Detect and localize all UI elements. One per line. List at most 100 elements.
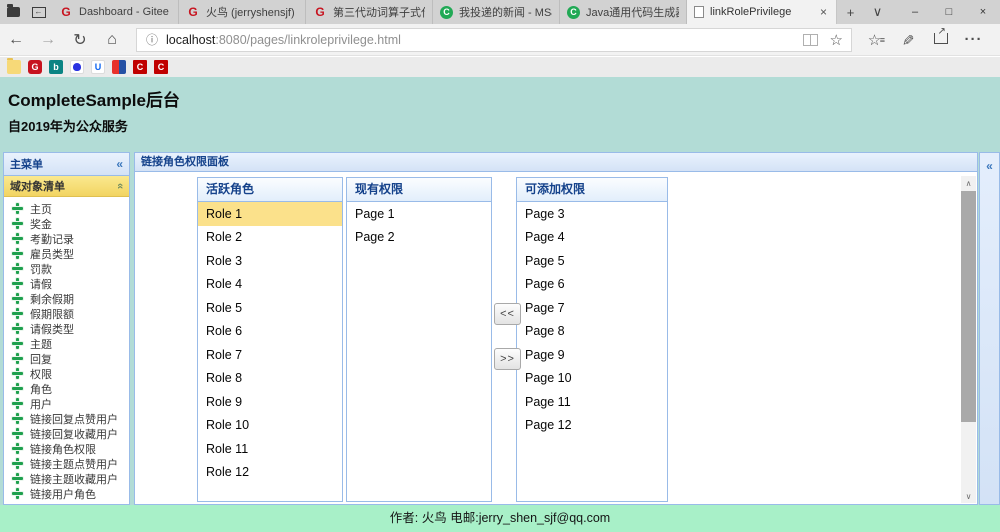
privilege-row[interactable]: Page 6 <box>517 273 667 297</box>
role-row[interactable]: Role 1 <box>198 202 342 226</box>
sidebar-menu-item[interactable]: 链接用户角色 <box>4 486 129 501</box>
role-row[interactable]: Role 5 <box>198 296 342 320</box>
sidebar-menu-item[interactable]: 请假 <box>4 276 129 291</box>
browser-tab[interactable]: G 火鸟 (jerryshensjf) - Git <box>179 0 306 24</box>
bookmark-icon[interactable]: C <box>154 60 168 74</box>
privilege-row[interactable]: Page 10 <box>517 367 667 391</box>
vertical-scrollbar[interactable]: ∧ ∨ <box>961 176 976 503</box>
add-plus-icon <box>12 353 23 364</box>
role-row[interactable]: Role 8 <box>198 367 342 391</box>
sidebar-menu-item[interactable]: 罚款 <box>4 261 129 276</box>
privilege-row[interactable]: Page 2 <box>347 226 491 250</box>
sidebar-menu-item[interactable]: 回复 <box>4 351 129 366</box>
more-menu-icon[interactable]: ··· <box>957 31 990 48</box>
role-row[interactable]: Role 10 <box>198 414 342 438</box>
web-note-pen-icon[interactable]: ✎ <box>891 31 924 49</box>
tabs-preview-icon[interactable] <box>6 4 20 17</box>
sidebar-item-label: 链接回复点赞用户 <box>30 413 118 426</box>
sidebar-menu-item[interactable]: 权限 <box>4 366 129 381</box>
new-tab-button[interactable]: + <box>837 0 864 24</box>
expand-left-icon[interactable]: « <box>986 159 993 173</box>
privilege-row[interactable]: Page 9 <box>517 343 667 367</box>
browser-tab[interactable]: G 第三代动词算子式代码 <box>306 0 433 24</box>
home-button[interactable]: ⌂ <box>96 31 128 49</box>
add-plus-icon <box>12 278 23 289</box>
browser-tab[interactable]: C Java通用代码生成器光 <box>560 0 687 24</box>
sidebar-menu-item[interactable]: 角色 <box>4 381 129 396</box>
role-row[interactable]: Role 12 <box>198 461 342 485</box>
sidebar-menu-item[interactable]: 主页 <box>4 201 129 216</box>
bookmark-icon[interactable] <box>70 60 84 74</box>
sidebar-menu-item[interactable]: 考勤记录 <box>4 231 129 246</box>
bookmark-icon[interactable]: b <box>49 60 63 74</box>
privilege-row[interactable]: Page 8 <box>517 320 667 344</box>
site-info-icon[interactable]: ⓘ <box>146 31 158 48</box>
favorites-hub-icon[interactable]: ☆ ≡ <box>858 31 891 49</box>
addable-privileges-header[interactable]: 可添加权限 <box>517 178 667 202</box>
sidebar-menu-item[interactable]: 雇员类型 <box>4 246 129 261</box>
privilege-row[interactable]: Page 3 <box>517 202 667 226</box>
remove-privilege-button[interactable]: << <box>494 303 521 325</box>
sidebar-menu-item[interactable]: 奖金 <box>4 216 129 231</box>
maximize-button[interactable]: □ <box>932 0 966 24</box>
tab-dropdown-icon[interactable]: ∨ <box>864 0 891 24</box>
sidebar-menu-item[interactable]: 链接回复点赞用户 <box>4 411 129 426</box>
accordion-header[interactable]: 域对象清单 « <box>4 176 129 197</box>
privilege-row[interactable]: Page 1 <box>347 202 491 226</box>
sidebar-menu-item[interactable]: 请假类型 <box>4 321 129 336</box>
address-bar[interactable]: ⓘ localhost:8080/pages/linkroleprivilege… <box>136 27 852 52</box>
privilege-row[interactable]: Page 11 <box>517 390 667 414</box>
minimize-button[interactable]: – <box>898 0 932 24</box>
browser-tab-active[interactable]: linkRolePrivilege × <box>687 0 837 24</box>
sidebar-menu-item[interactable]: 链接主题收藏用户 <box>4 471 129 486</box>
scroll-down-icon[interactable]: ∨ <box>961 489 976 503</box>
active-roles-header[interactable]: 活跃角色 <box>198 178 342 202</box>
privilege-row[interactable]: Page 12 <box>517 414 667 438</box>
role-row[interactable]: Role 11 <box>198 437 342 461</box>
forward-button[interactable]: → <box>32 31 64 49</box>
role-row[interactable]: Role 7 <box>198 343 342 367</box>
sidebar-menu-item[interactable]: 主题 <box>4 336 129 351</box>
reading-view-icon[interactable] <box>802 33 818 46</box>
sidebar-menu-item[interactable]: 链接角色权限 <box>4 441 129 456</box>
bookmark-icon[interactable] <box>112 60 126 74</box>
url-host: localhost <box>166 32 216 47</box>
current-privileges-header[interactable]: 现有权限 <box>347 178 491 202</box>
sidebar-header[interactable]: 主菜单 « <box>4 153 129 176</box>
collapse-up-icon[interactable]: « <box>114 183 126 189</box>
back-button[interactable]: ← <box>0 31 32 49</box>
set-tabs-aside-icon[interactable]: ← <box>31 6 46 18</box>
bookmark-icon[interactable] <box>7 58 21 74</box>
role-row[interactable]: Role 2 <box>198 226 342 250</box>
role-row[interactable]: Role 4 <box>198 273 342 297</box>
sidebar-menu-item[interactable]: 剩余假期 <box>4 291 129 306</box>
tab-close-icon[interactable]: × <box>818 5 829 19</box>
bookmark-icon[interactable]: U <box>91 60 105 74</box>
sidebar: 主菜单 « 域对象清单 « 主页 奖金 考勤记录 雇员类型 罚款 请假 剩余假期… <box>3 152 130 505</box>
close-button[interactable]: × <box>966 0 1000 24</box>
privilege-row[interactable]: Page 7 <box>517 296 667 320</box>
privilege-row[interactable]: Page 4 <box>517 226 667 250</box>
sidebar-menu-item[interactable]: 假期限额 <box>4 306 129 321</box>
role-row[interactable]: Role 6 <box>198 320 342 344</box>
browser-tab[interactable]: C 我投递的新闻 - MS&A( <box>433 0 560 24</box>
sidebar-menu-item[interactable]: 链接回复收藏用户 <box>4 426 129 441</box>
share-icon[interactable] <box>924 26 957 48</box>
collapse-left-icon[interactable]: « <box>116 157 123 171</box>
add-favorite-star-icon[interactable]: ☆ <box>830 31 843 49</box>
east-collapsed-panel[interactable]: « <box>979 152 1000 505</box>
tab-favicon: G <box>188 5 198 19</box>
bookmark-icon[interactable]: G <box>28 60 42 74</box>
role-row[interactable]: Role 9 <box>198 390 342 414</box>
role-row[interactable]: Role 3 <box>198 249 342 273</box>
add-plus-icon <box>12 323 23 334</box>
scroll-up-icon[interactable]: ∧ <box>961 176 976 190</box>
sidebar-menu-item[interactable]: 链接主题点赞用户 <box>4 456 129 471</box>
scrollbar-thumb[interactable] <box>961 191 976 422</box>
refresh-button[interactable]: ↻ <box>64 30 96 50</box>
browser-tab[interactable]: G Dashboard - Gitee <box>52 0 179 24</box>
privilege-row[interactable]: Page 5 <box>517 249 667 273</box>
add-privilege-button[interactable]: >> <box>494 348 521 370</box>
sidebar-menu-item[interactable]: 用户 <box>4 396 129 411</box>
bookmark-icon[interactable]: C <box>133 60 147 74</box>
